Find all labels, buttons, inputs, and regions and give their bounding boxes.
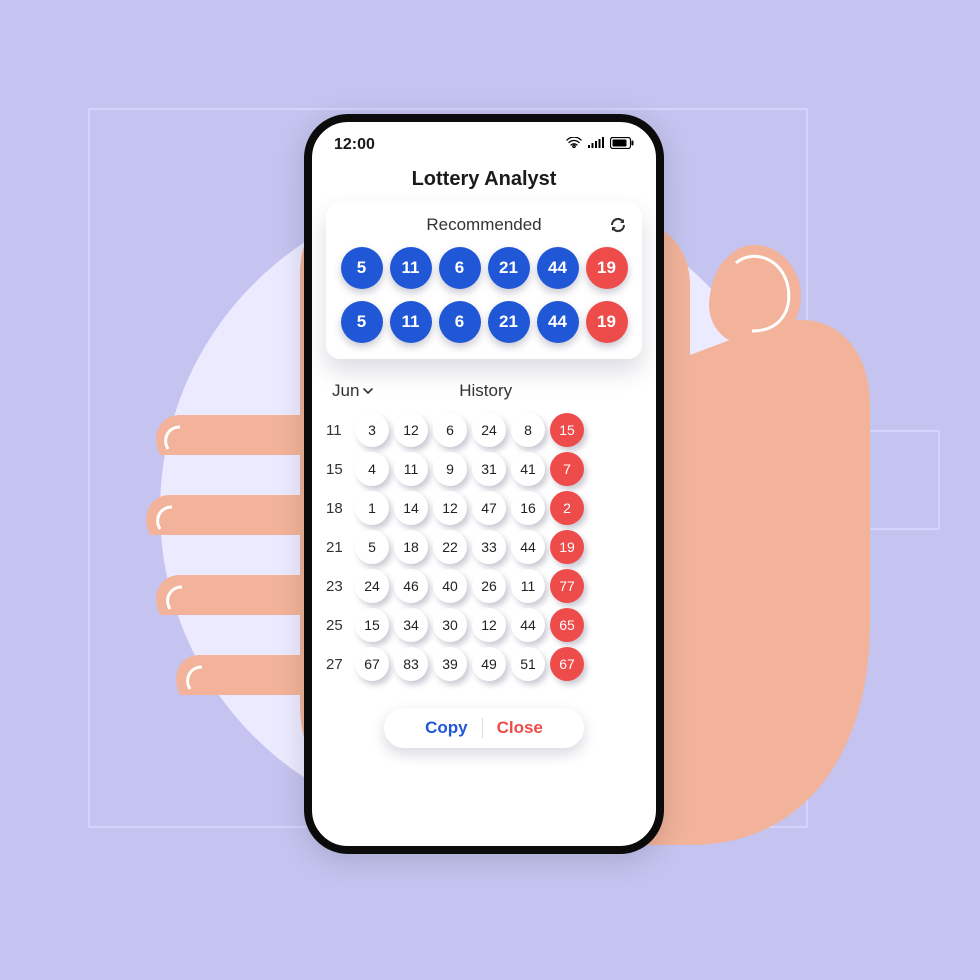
wifi-icon <box>566 136 582 154</box>
history-ball[interactable]: 49 <box>472 647 506 681</box>
chevron-down-icon <box>363 381 373 401</box>
history-ball[interactable]: 16 <box>511 491 545 525</box>
history-row: 11 312624815 <box>326 413 642 447</box>
history-ball[interactable]: 5 <box>355 530 389 564</box>
number-ball[interactable]: 11 <box>390 247 432 289</box>
history-row: 21 51822334419 <box>326 530 642 564</box>
number-ball[interactable]: 5 <box>341 247 383 289</box>
number-ball[interactable]: 5 <box>341 301 383 343</box>
history-ball[interactable]: 24 <box>355 569 389 603</box>
phone-frame: 12:00 Lottery Analyst Recommended 511621… <box>304 114 664 854</box>
history-ball[interactable]: 14 <box>394 491 428 525</box>
history-ball[interactable]: 8 <box>511 413 545 447</box>
history-ball[interactable]: 39 <box>433 647 467 681</box>
history-row: 23 244640261177 <box>326 569 642 603</box>
history-ball[interactable]: 26 <box>472 569 506 603</box>
action-bar: Copy Close <box>384 708 584 748</box>
history-ball[interactable]: 24 <box>472 413 506 447</box>
recommended-card: Recommended 51162144195116214419 <box>326 203 642 359</box>
row-day: 11 <box>326 422 350 439</box>
history-ball[interactable]: 44 <box>511 608 545 642</box>
history-ball[interactable]: 1 <box>355 491 389 525</box>
history-ball[interactable]: 51 <box>511 647 545 681</box>
number-ball[interactable]: 21 <box>488 301 530 343</box>
history-header: Jun History <box>312 369 656 409</box>
number-ball[interactable]: 11 <box>390 301 432 343</box>
history-ball[interactable]: 44 <box>511 530 545 564</box>
signal-icon <box>588 136 604 154</box>
history-ball[interactable]: 15 <box>355 608 389 642</box>
history-row: 25 153430124465 <box>326 608 642 642</box>
close-button[interactable]: Close <box>483 718 557 738</box>
month-label: Jun <box>332 381 359 401</box>
number-ball[interactable]: 21 <box>488 247 530 289</box>
history-ball[interactable]: 31 <box>472 452 506 486</box>
history-bonus-ball[interactable]: 7 <box>550 452 584 486</box>
history-bonus-ball[interactable]: 15 <box>550 413 584 447</box>
history-row: 18 1141247162 <box>326 491 642 525</box>
battery-icon <box>610 136 634 154</box>
recommended-row: 5116214419 <box>336 247 632 289</box>
history-title: History <box>373 381 598 401</box>
history-table: 1131262481515411931417181141247162215182… <box>312 409 656 694</box>
history-ball[interactable]: 6 <box>433 413 467 447</box>
history-row: 15 411931417 <box>326 452 642 486</box>
row-day: 15 <box>326 461 350 478</box>
history-bonus-ball[interactable]: 65 <box>550 608 584 642</box>
status-icons <box>566 136 634 154</box>
row-day: 25 <box>326 617 350 634</box>
row-day: 27 <box>326 656 350 673</box>
history-ball[interactable]: 33 <box>472 530 506 564</box>
history-ball[interactable]: 11 <box>394 452 428 486</box>
month-selector[interactable]: Jun <box>332 381 373 401</box>
history-ball[interactable]: 12 <box>433 491 467 525</box>
number-ball[interactable]: 6 <box>439 247 481 289</box>
history-ball[interactable]: 30 <box>433 608 467 642</box>
history-ball[interactable]: 22 <box>433 530 467 564</box>
history-ball[interactable]: 3 <box>355 413 389 447</box>
history-ball[interactable]: 46 <box>394 569 428 603</box>
history-ball[interactable]: 47 <box>472 491 506 525</box>
number-ball[interactable]: 44 <box>537 301 579 343</box>
copy-button[interactable]: Copy <box>411 718 482 738</box>
history-bonus-ball[interactable]: 19 <box>550 530 584 564</box>
row-day: 21 <box>326 539 350 556</box>
recommended-row: 5116214419 <box>336 301 632 343</box>
history-ball[interactable]: 4 <box>355 452 389 486</box>
status-time: 12:00 <box>334 136 375 154</box>
page-title: Lottery Analyst <box>312 168 656 191</box>
history-ball[interactable]: 12 <box>394 413 428 447</box>
bonus-ball[interactable]: 19 <box>586 247 628 289</box>
recommended-title: Recommended <box>336 215 632 235</box>
history-row: 27678339495167 <box>326 647 642 681</box>
history-ball[interactable]: 9 <box>433 452 467 486</box>
row-day: 18 <box>326 500 350 517</box>
history-ball[interactable]: 34 <box>394 608 428 642</box>
history-ball[interactable]: 40 <box>433 569 467 603</box>
number-ball[interactable]: 44 <box>537 247 579 289</box>
history-ball[interactable]: 11 <box>511 569 545 603</box>
history-ball[interactable]: 83 <box>394 647 428 681</box>
bonus-ball[interactable]: 19 <box>586 301 628 343</box>
history-ball[interactable]: 12 <box>472 608 506 642</box>
number-ball[interactable]: 6 <box>439 301 481 343</box>
status-bar: 12:00 <box>312 122 656 160</box>
history-ball[interactable]: 18 <box>394 530 428 564</box>
history-ball[interactable]: 41 <box>511 452 545 486</box>
history-bonus-ball[interactable]: 2 <box>550 491 584 525</box>
row-day: 23 <box>326 578 350 595</box>
history-ball[interactable]: 67 <box>355 647 389 681</box>
refresh-icon[interactable] <box>608 215 628 235</box>
history-bonus-ball[interactable]: 77 <box>550 569 584 603</box>
history-bonus-ball[interactable]: 67 <box>550 647 584 681</box>
